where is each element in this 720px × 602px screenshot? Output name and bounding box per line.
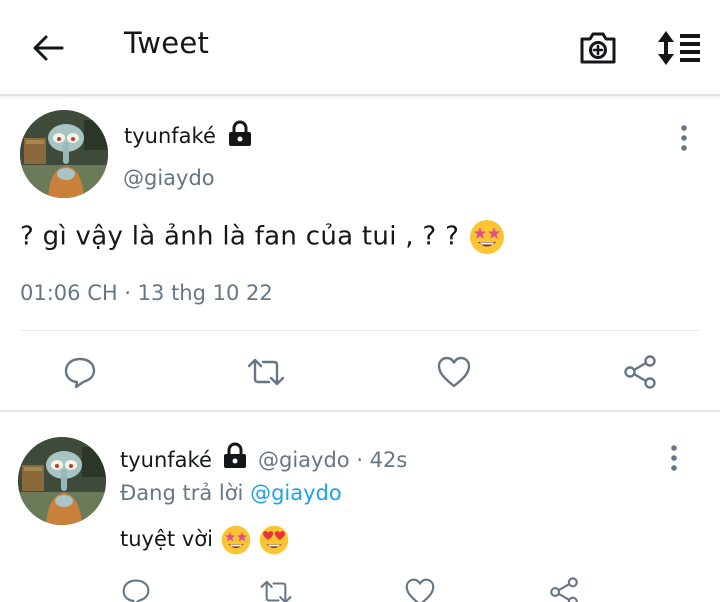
- more-options-button[interactable]: [672, 122, 696, 154]
- reply-retweet-button[interactable]: [256, 572, 296, 602]
- avatar-image: [18, 437, 106, 525]
- reply-text: tuyệt vời: [120, 524, 290, 556]
- star-struck-emoji: [469, 220, 504, 254]
- replying-prefix: Đang trả lời: [120, 481, 244, 505]
- share-icon: [550, 577, 578, 602]
- retweet-icon: [247, 358, 285, 386]
- avatar-image: [20, 110, 108, 198]
- reply-icon: [122, 579, 150, 602]
- share-button[interactable]: [620, 352, 660, 392]
- divider: [20, 330, 700, 331]
- page-title: Tweet: [124, 26, 210, 60]
- sort-list-icon: [658, 31, 700, 65]
- reply-button[interactable]: [60, 352, 100, 392]
- app-header: Tweet: [0, 0, 720, 96]
- reply-reply-button[interactable]: [116, 572, 156, 602]
- more-vertical-icon: [681, 125, 687, 151]
- section-divider: [0, 410, 720, 412]
- lock-icon: [224, 442, 246, 468]
- reply-share-button[interactable]: [544, 572, 584, 602]
- back-button[interactable]: [28, 30, 68, 66]
- heart-eyes-emoji: [259, 525, 289, 555]
- like-button[interactable]: [434, 352, 474, 392]
- retweet-icon: [260, 580, 292, 602]
- avatar[interactable]: [20, 110, 108, 198]
- tweet-body: ? gì vậy là ảnh là fan của tui , ? ?: [20, 221, 460, 252]
- user-handle[interactable]: @giaydo: [123, 166, 215, 190]
- reply-more-options-button[interactable]: [662, 442, 686, 474]
- sort-options-button[interactable]: [656, 28, 702, 68]
- reply-icon: [64, 357, 96, 389]
- tweet-text: ? gì vậy là ảnh là fan của tui , ? ?: [20, 218, 506, 256]
- reply-meta: @giaydo · 42s: [258, 448, 408, 472]
- reply-display-name[interactable]: tyunfaké: [120, 448, 212, 472]
- like-icon: [405, 578, 435, 602]
- retweet-button[interactable]: [246, 352, 286, 392]
- reply-avatar[interactable]: [18, 437, 106, 525]
- more-vertical-icon: [671, 445, 677, 471]
- lock-icon: [229, 120, 251, 146]
- camera-add-button[interactable]: [578, 28, 618, 68]
- replying-mention-link[interactable]: @giaydo: [250, 481, 342, 505]
- display-name[interactable]: tyunfaké: [124, 124, 216, 148]
- star-struck-emoji: [221, 525, 250, 555]
- camera-add-icon: [580, 32, 616, 64]
- like-icon: [437, 356, 471, 388]
- back-arrow-icon: [33, 35, 64, 61]
- share-icon: [624, 355, 656, 389]
- tweet-timestamp: 01:06 CH · 13 thg 10 22: [20, 281, 273, 305]
- replying-to: Đang trả lời @giaydo: [120, 481, 342, 505]
- reply-like-button[interactable]: [400, 572, 440, 602]
- reply-body: tuyệt vời: [120, 527, 213, 551]
